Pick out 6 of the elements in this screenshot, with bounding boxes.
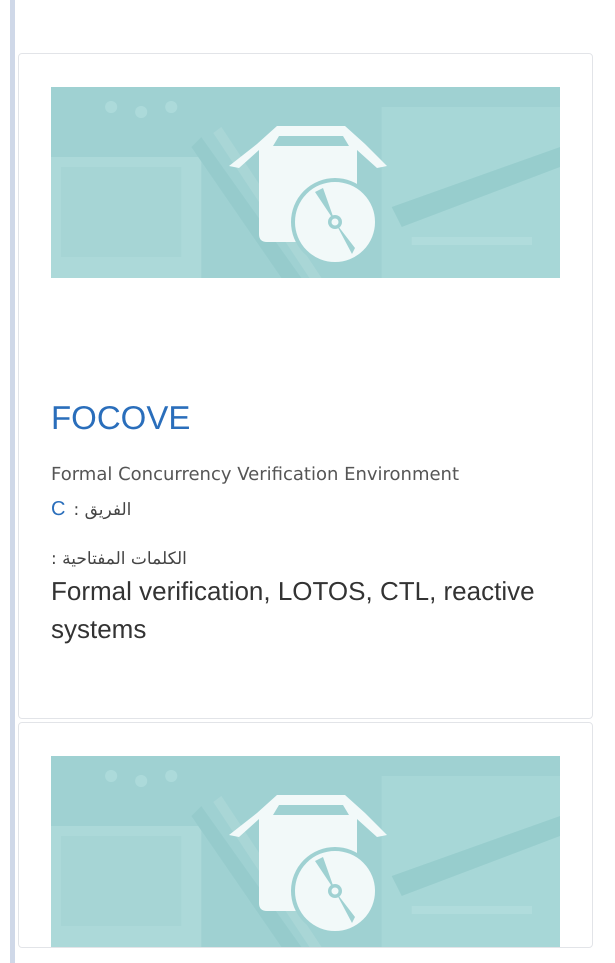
project-title[interactable]: FOCOVE bbox=[51, 398, 560, 438]
keywords-text: Formal verification, LOTOS, CTL, reactive systems bbox=[51, 575, 536, 646]
team-value: C bbox=[51, 497, 66, 522]
team-label: الفريق : bbox=[73, 499, 132, 522]
keywords-label: الكلمات المفتاحية : bbox=[51, 548, 187, 571]
project-description: Formal Concurrency Verification Environment bbox=[51, 463, 460, 487]
